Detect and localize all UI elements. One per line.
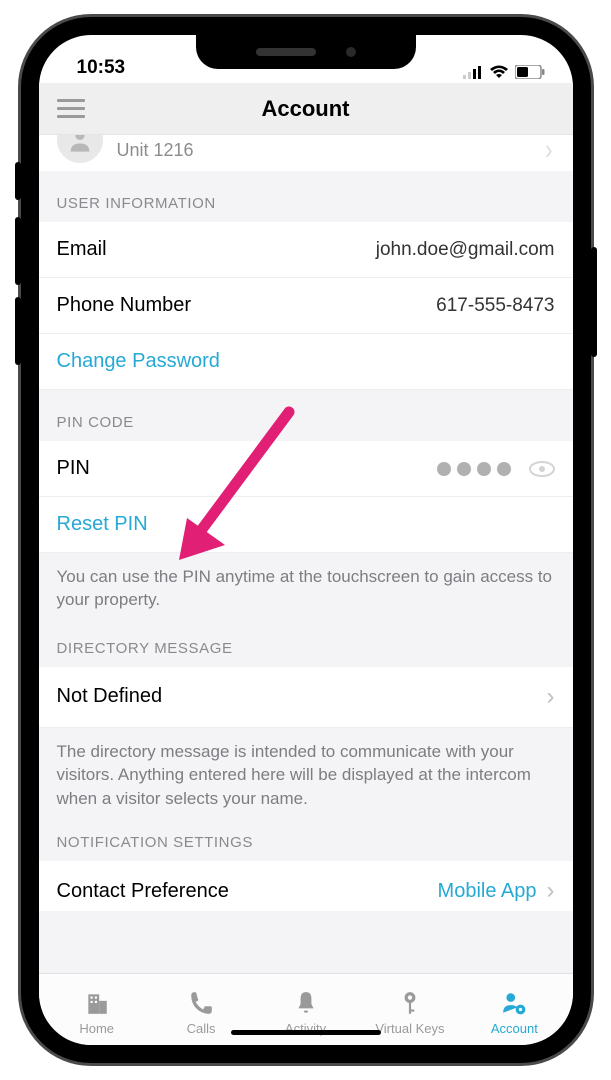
directory-value: Not Defined — [57, 685, 163, 708]
profile-row[interactable]: Unit 1216 › — [39, 135, 573, 171]
pin-label: PIN — [57, 457, 90, 480]
bell-icon — [293, 989, 319, 1017]
tab-calls[interactable]: Calls — [149, 989, 253, 1036]
chevron-right-icon: › — [545, 135, 552, 167]
avatar — [57, 135, 103, 163]
pin-row[interactable]: PIN — [39, 441, 573, 497]
section-user-info: USER INFORMATION — [39, 171, 573, 222]
cellular-icon — [463, 65, 483, 79]
chevron-right-icon: › — [547, 877, 555, 905]
tab-activity[interactable]: Activity — [253, 989, 357, 1036]
phone-label: Phone Number — [57, 294, 192, 317]
contact-pref-value: Mobile App — [438, 880, 537, 903]
key-icon — [397, 989, 423, 1017]
tab-account[interactable]: Account — [462, 989, 566, 1036]
phone-icon — [188, 989, 214, 1017]
wifi-icon — [489, 65, 509, 79]
email-row[interactable]: Email john.doe@gmail.com — [39, 222, 573, 278]
tab-home[interactable]: Home — [45, 989, 149, 1036]
status-indicators — [463, 65, 545, 79]
pin-masked-dots — [437, 462, 511, 476]
directory-footnote: The directory message is intended to com… — [39, 728, 573, 828]
tab-virtual-keys[interactable]: Virtual Keys — [358, 989, 462, 1036]
contact-pref-label: Contact Preference — [57, 880, 229, 903]
section-notifications: NOTIFICATION SETTINGS — [39, 828, 573, 861]
menu-icon[interactable] — [57, 99, 85, 119]
pin-footnote: You can use the PIN anytime at the touch… — [39, 553, 573, 630]
status-time: 10:53 — [77, 57, 126, 79]
change-password-link[interactable]: Change Password — [39, 334, 573, 390]
content: Unit 1216 › USER INFORMATION Email john.… — [39, 135, 573, 973]
section-pin-code: PIN CODE — [39, 390, 573, 441]
home-indicator[interactable] — [231, 1030, 381, 1035]
email-value: john.doe@gmail.com — [376, 239, 555, 261]
phone-row[interactable]: Phone Number 617-555-8473 — [39, 278, 573, 334]
section-directory: DIRECTORY MESSAGE — [39, 630, 573, 667]
building-icon — [84, 989, 110, 1017]
chevron-right-icon: › — [547, 683, 555, 711]
user-gear-icon — [501, 989, 527, 1017]
email-label: Email — [57, 238, 107, 261]
directory-row[interactable]: Not Defined › — [39, 667, 573, 728]
header: Account — [39, 83, 573, 135]
profile-unit: Unit 1216 — [117, 140, 194, 161]
eye-icon[interactable] — [529, 460, 555, 478]
contact-preference-row[interactable]: Contact Preference Mobile App › — [39, 861, 573, 911]
phone-value: 617-555-8473 — [436, 295, 554, 317]
reset-pin-link[interactable]: Reset PIN — [39, 497, 573, 553]
page-title: Account — [262, 96, 350, 122]
battery-icon — [515, 65, 545, 79]
